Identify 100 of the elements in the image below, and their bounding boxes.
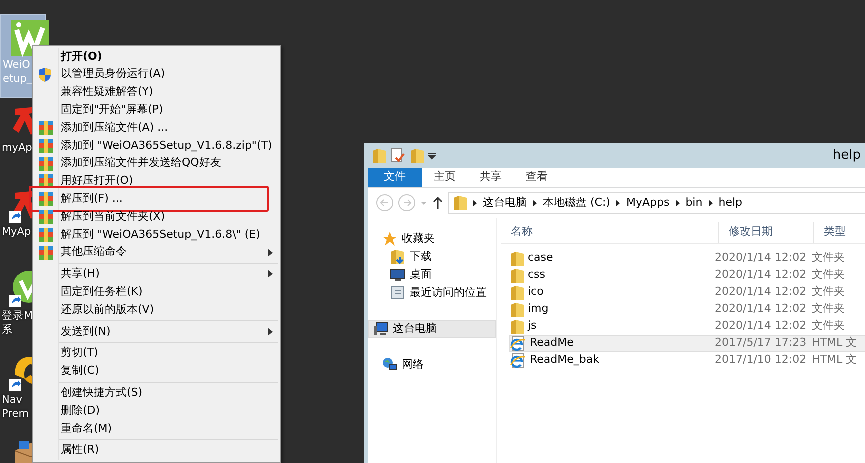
- file-type: HTML 文: [812, 335, 858, 352]
- file-type: 文件夹: [812, 267, 845, 284]
- file-date: 2017/1/10 12:02: [715, 352, 808, 368]
- file-row[interactable]: ReadMe 2017/5/17 17:23 HTML 文: [509, 335, 865, 352]
- nav-item[interactable]: 这台电脑: [368, 320, 496, 338]
- submenu-arrow-icon: [268, 248, 273, 257]
- window-title: help: [832, 146, 861, 165]
- menu-item[interactable]: 固定到任务栏(K): [35, 283, 278, 302]
- nav-item[interactable]: 最近访问的位置: [368, 284, 496, 302]
- dropdown-icon[interactable]: [428, 152, 436, 160]
- ribbon-tab[interactable]: 查看: [514, 168, 560, 187]
- desktop-icon-label[interactable]: Prem: [0, 407, 29, 421]
- chevron-icon: [708, 200, 713, 206]
- file-type: 文件夹: [812, 301, 845, 318]
- file-date: 2020/1/14 12:02: [715, 250, 808, 266]
- archive-icon: [38, 156, 54, 172]
- desktop-icon-label[interactable]: 系: [0, 323, 13, 337]
- desktop-icon-label[interactable]: myAp: [0, 141, 32, 155]
- desktop-icon-label[interactable]: Nav: [0, 393, 23, 407]
- file-date: 2020/1/14 12:02: [715, 301, 808, 318]
- nav-item[interactable]: 收藏夹: [368, 230, 496, 248]
- nav-item[interactable]: 网络: [368, 356, 496, 374]
- file-date: 2020/1/14 12:02: [715, 318, 808, 334]
- archive-icon: [38, 209, 54, 226]
- file-date: 2017/5/17 17:23: [715, 335, 808, 352]
- menu-item[interactable]: 共享(H): [35, 266, 278, 284]
- archive-icon: [38, 138, 54, 154]
- submenu-arrow-icon: [268, 328, 273, 336]
- up-arrow-icon[interactable]: [432, 196, 444, 210]
- column-header[interactable]: 名称: [501, 222, 719, 243]
- folder-icon: [453, 195, 467, 211]
- menu-item[interactable]: 添加到压缩文件并发送给QQ好友: [35, 154, 278, 173]
- menu-item[interactable]: 以管理员身份运行(A): [35, 66, 278, 84]
- file-row[interactable]: js 2020/1/14 12:02 文件夹: [509, 318, 865, 335]
- file-row[interactable]: img 2020/1/14 12:02 文件夹: [509, 301, 865, 318]
- recent-places-icon: [390, 285, 406, 301]
- column-header[interactable]: 类型: [814, 222, 865, 243]
- address-bar[interactable]: 这台电脑 本地磁盘 (C:) MyApps bin help: [448, 192, 865, 214]
- menu-item[interactable]: 创建快捷方式(S): [35, 384, 278, 402]
- file-date: 2020/1/14 12:02: [715, 267, 808, 284]
- file-name: ReadMe_bak: [530, 352, 600, 368]
- folder-icon: [510, 318, 524, 334]
- menu-item[interactable]: 复制(C): [35, 362, 278, 380]
- menu-item[interactable]: 其他压缩命令: [35, 244, 278, 262]
- file-name: js: [528, 318, 537, 334]
- ribbon-tab[interactable]: 文件: [368, 168, 422, 187]
- file-row[interactable]: case 2020/1/14 12:02 文件夹: [509, 250, 865, 267]
- ribbon-tab[interactable]: 共享: [468, 168, 514, 187]
- menu-item[interactable]: 还原以前的版本(V): [35, 301, 278, 319]
- menu-item[interactable]: 属性(R): [35, 442, 278, 460]
- menu-item[interactable]: 打开(O): [35, 48, 278, 66]
- menu-item[interactable]: 重命名(M): [35, 420, 278, 438]
- chevron-icon: [533, 200, 537, 206]
- menu-item[interactable]: 删除(D): [35, 402, 278, 420]
- ribbon-tab[interactable]: 主页: [422, 168, 468, 187]
- menu-item[interactable]: 剪切(T): [35, 344, 278, 363]
- column-header[interactable]: 修改日期: [719, 222, 814, 243]
- monitor-icon: [390, 267, 406, 283]
- archive-icon: [38, 226, 54, 243]
- breadcrumb-item[interactable]: bin: [686, 194, 703, 212]
- chevron-icon: [616, 200, 620, 206]
- folder-icon: [510, 284, 524, 300]
- folder-icon: [510, 268, 524, 284]
- file-name: css: [528, 267, 546, 284]
- breadcrumb-item[interactable]: 本地磁盘 (C:): [543, 194, 610, 212]
- computer-icon: [373, 321, 389, 337]
- file-type: 文件夹: [812, 250, 845, 266]
- properties-icon[interactable]: [390, 148, 406, 164]
- menu-item[interactable]: 添加到 "WeiOA365Setup_V1.6.8.zip"(T): [35, 136, 278, 155]
- menu-item[interactable]: 解压到 "WeiOA365Setup_V1.6.8\" (E): [35, 226, 278, 244]
- file-type: 文件夹: [812, 284, 845, 300]
- file-row[interactable]: ico 2020/1/14 12:02 文件夹: [509, 284, 865, 301]
- shield-icon: [38, 66, 54, 83]
- menu-item[interactable]: 用好压打开(O): [35, 172, 278, 190]
- file-name: ico: [528, 284, 544, 300]
- nav-item[interactable]: 下载: [368, 248, 496, 266]
- submenu-arrow-icon: [268, 270, 273, 278]
- folder-icon: [510, 302, 524, 318]
- file-type: 文件夹: [812, 318, 845, 334]
- file-row[interactable]: ReadMe_bak 2017/1/10 12:02 HTML 文: [509, 352, 865, 369]
- breadcrumb-item[interactable]: MyApps: [626, 194, 670, 212]
- breadcrumb-item[interactable]: 这台电脑: [483, 194, 527, 212]
- menu-item[interactable]: 固定到"开始"屏幕(P): [35, 101, 278, 120]
- archive-icon: [38, 244, 54, 261]
- desktop-icon-label[interactable]: MyAp: [0, 225, 32, 239]
- file-name: img: [528, 301, 549, 318]
- menu-item[interactable]: 兼容性疑难解答(Y): [35, 84, 278, 102]
- menu-item[interactable]: 添加到压缩文件(A) ...: [35, 119, 278, 137]
- menu-item[interactable]: 解压到当前文件夹(X): [35, 208, 278, 226]
- chevron-icon: [473, 200, 477, 206]
- menu-item[interactable]: 解压到(F) ...: [35, 190, 278, 208]
- menu-item[interactable]: 发送到(N): [35, 322, 278, 341]
- nav-item[interactable]: 桌面: [368, 266, 496, 284]
- star-icon: [382, 231, 398, 247]
- file-row[interactable]: css 2020/1/14 12:02 文件夹: [509, 267, 865, 284]
- breadcrumb-item[interactable]: help: [718, 194, 742, 212]
- file-type: HTML 文: [812, 352, 858, 368]
- archive-icon: [38, 191, 54, 208]
- desktop-icon-label[interactable]: 登录M: [0, 309, 34, 323]
- archive-icon: [38, 120, 54, 136]
